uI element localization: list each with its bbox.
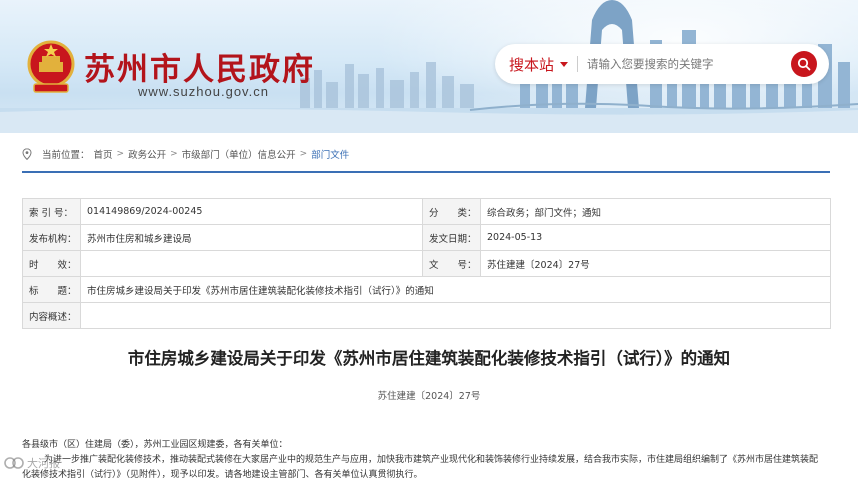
- breadcrumb-prefix: 当前位置：: [42, 150, 90, 161]
- search-divider: [577, 56, 578, 72]
- index-value: 014149869/2024-00245: [80, 198, 423, 225]
- doc-number-value: 苏住建建〔2024〕27号: [480, 250, 831, 277]
- category-label: 分 类：: [422, 198, 481, 225]
- breadcrumb-separator: >: [170, 149, 178, 159]
- breadcrumb-divider: [22, 171, 830, 173]
- location-pin-icon: [22, 148, 32, 160]
- publisher-label: 发布机构：: [22, 224, 81, 251]
- table-row: 索 引 号： 014149869/2024-00245 分 类： 综合政务；部门…: [22, 198, 831, 225]
- breadcrumb: 当前位置： 首页 > 政务公开 > 市级部门（单位）信息公开 > 部门文件: [22, 146, 349, 162]
- site-title[interactable]: 苏州市人民政府: [84, 44, 315, 89]
- document-title: 市住房城乡建设局关于印发《苏州市居住建筑装配化装修技术指引（试行）》的通知: [127, 349, 731, 368]
- search-input[interactable]: [587, 53, 777, 75]
- search-button[interactable]: [791, 51, 817, 77]
- issue-date-value: 2024-05-13: [480, 224, 831, 251]
- table-row: 标 题： 市住房城乡建设局关于印发《苏州市居住建筑装配化装修技术指引（试行）》的…: [22, 276, 831, 303]
- salutation: 各县级市（区）住建局（委），苏州工业园区规建委，各有关单位：: [22, 440, 288, 450]
- watermark-logo-icon: [4, 457, 24, 469]
- search-scope-label: 搜本站: [509, 55, 555, 74]
- site-url[interactable]: www.suzhou.gov.cn: [138, 84, 269, 99]
- chevron-down-icon: [560, 61, 569, 67]
- index-label: 索 引 号：: [22, 198, 81, 225]
- breadcrumb-item-dept-files[interactable]: 部门文件: [311, 147, 349, 161]
- title-value: 市住房城乡建设局关于印发《苏州市居住建筑装配化装修技术指引（试行）》的通知: [80, 276, 831, 303]
- table-row: 发布机构： 苏州市住房和城乡建设局 发文日期： 2024-05-13: [22, 224, 831, 251]
- publisher-value: 苏州市住房和城乡建设局: [80, 224, 423, 251]
- issue-date-label: 发文日期：: [422, 224, 481, 251]
- header-banner: 苏州市人民政府 www.suzhou.gov.cn 搜本站: [0, 0, 858, 133]
- watermark: 大河报: [4, 452, 60, 474]
- search-box: 搜本站: [495, 44, 829, 84]
- validity-value: [80, 250, 423, 277]
- doc-number-label: 文 号：: [422, 250, 481, 277]
- paragraph-line: 化装修技术指引（试行）》（见附件），现予以印发。请各地建设主管部门、各有关单位认…: [22, 470, 423, 480]
- summary-value: [80, 302, 831, 329]
- search-scope-dropdown[interactable]: 搜本站: [509, 53, 569, 75]
- document-number: 苏住建建〔2024〕27号: [377, 391, 481, 402]
- validity-label: 时 效：: [22, 250, 81, 277]
- breadcrumb-item-gov-affairs[interactable]: 政务公开: [128, 147, 166, 161]
- title-label: 标 题：: [22, 276, 81, 303]
- breadcrumb-item-home[interactable]: 首页: [94, 147, 113, 161]
- search-icon: [797, 57, 811, 71]
- document-info-table: 索 引 号： 014149869/2024-00245 分 类： 综合政务；部门…: [22, 198, 831, 329]
- table-row: 时 效： 文 号： 苏住建建〔2024〕27号: [22, 250, 831, 277]
- document-body: 各县级市（区）住建局（委），苏州工业园区规建委，各有关单位： 为进一步推广装配化…: [22, 438, 834, 482]
- breadcrumb-item-departments[interactable]: 市级部门（单位）信息公开: [182, 147, 296, 161]
- watermark-text: 大河报: [27, 457, 60, 470]
- summary-label: 内容概述：: [22, 302, 81, 329]
- paragraph-line: 为进一步推广装配化装修技术，推动装配式装修在大家居产业中的规范生产与应用，加快我…: [44, 455, 819, 465]
- national-emblem-icon: [27, 40, 75, 93]
- table-row: 内容概述：: [22, 302, 831, 329]
- breadcrumb-separator: >: [299, 149, 308, 159]
- breadcrumb-separator: >: [116, 149, 125, 159]
- category-value: 综合政务；部门文件；通知: [480, 198, 831, 225]
